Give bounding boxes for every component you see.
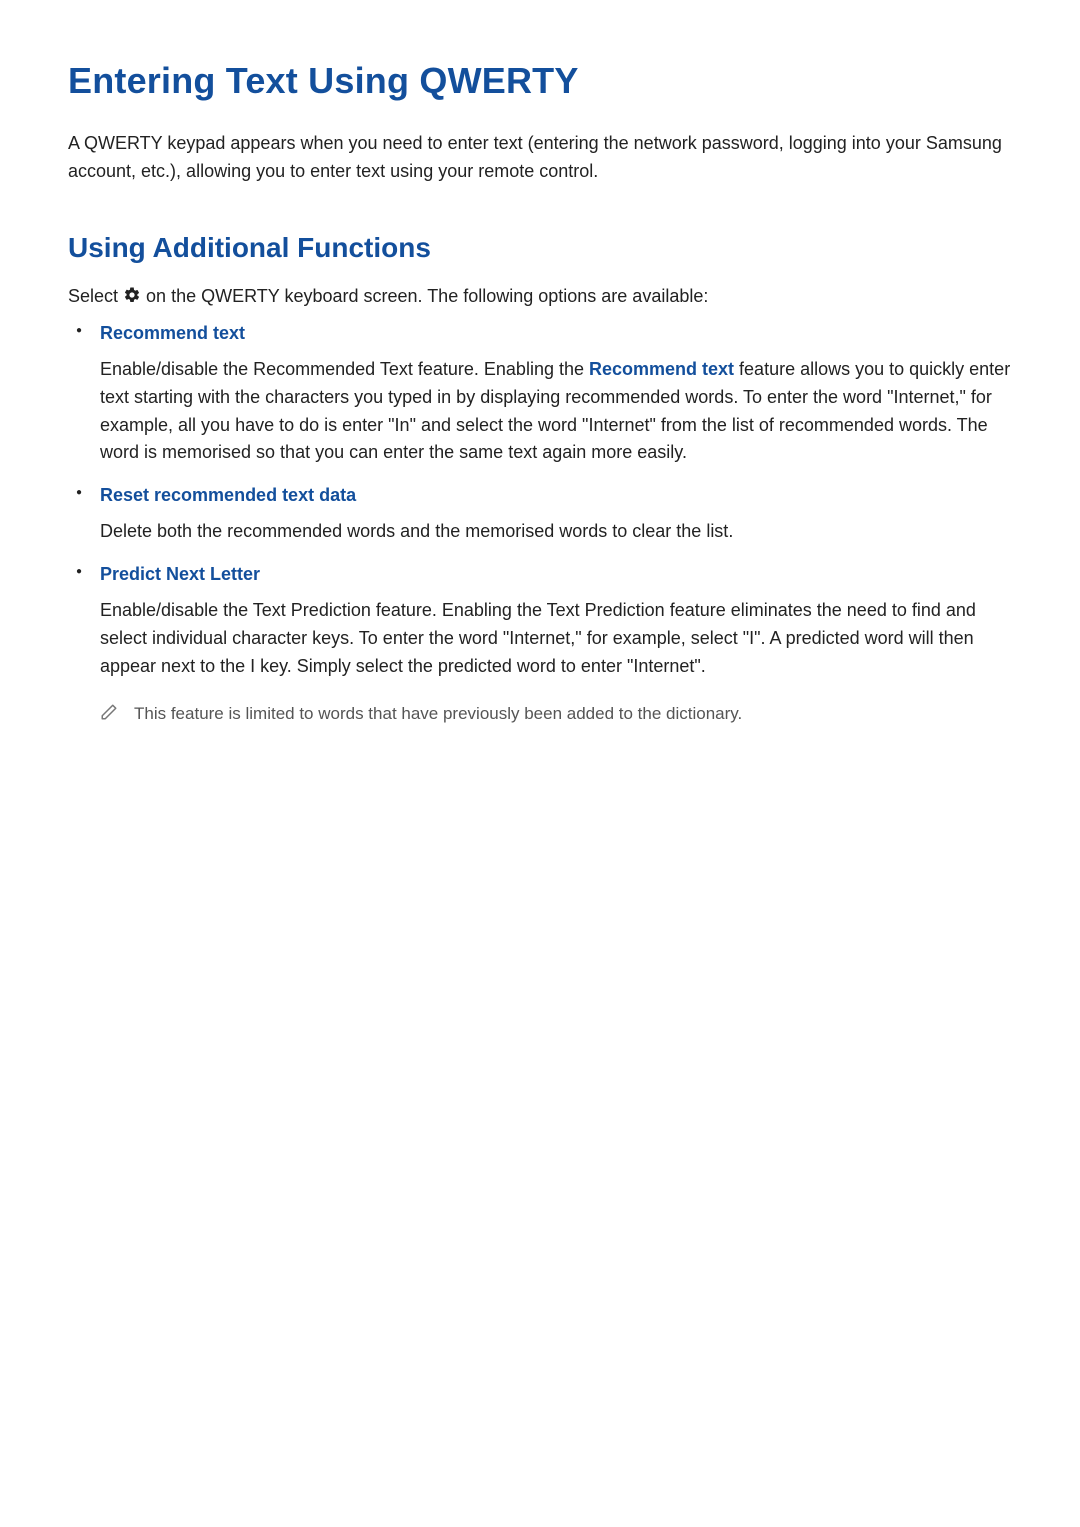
inline-term-recommend-text: Recommend text	[589, 359, 734, 379]
feature-list: Recommend text Enable/disable the Recomm…	[68, 323, 1012, 727]
page-title: Entering Text Using QWERTY	[68, 60, 1012, 102]
feature-name-predict-next-letter: Predict Next Letter	[100, 564, 1012, 585]
feature-body: Enable/disable the Text Prediction featu…	[100, 597, 1012, 681]
select-instruction: Select on the QWERTY keyboard screen. Th…	[68, 286, 1012, 309]
select-prefix: Select	[68, 286, 123, 306]
select-suffix: on the QWERTY keyboard screen. The follo…	[146, 286, 708, 306]
feature-name-reset-recommended: Reset recommended text data	[100, 485, 1012, 506]
feature-name-recommend-text: Recommend text	[100, 323, 1012, 344]
list-item: Reset recommended text data Delete both …	[100, 485, 1012, 546]
note-text: This feature is limited to words that ha…	[134, 701, 742, 727]
body-text: Enable/disable the Recommended Text feat…	[100, 359, 589, 379]
intro-paragraph: A QWERTY keypad appears when you need to…	[68, 130, 1012, 186]
note-row: This feature is limited to words that ha…	[100, 701, 1012, 727]
gear-icon	[123, 286, 141, 309]
pencil-icon	[100, 703, 118, 726]
feature-body: Enable/disable the Recommended Text feat…	[100, 356, 1012, 468]
list-item: Predict Next Letter Enable/disable the T…	[100, 564, 1012, 726]
list-item: Recommend text Enable/disable the Recomm…	[100, 323, 1012, 468]
document-page: Entering Text Using QWERTY A QWERTY keyp…	[0, 0, 1080, 1527]
feature-body: Delete both the recommended words and th…	[100, 518, 1012, 546]
section-heading: Using Additional Functions	[68, 232, 1012, 264]
